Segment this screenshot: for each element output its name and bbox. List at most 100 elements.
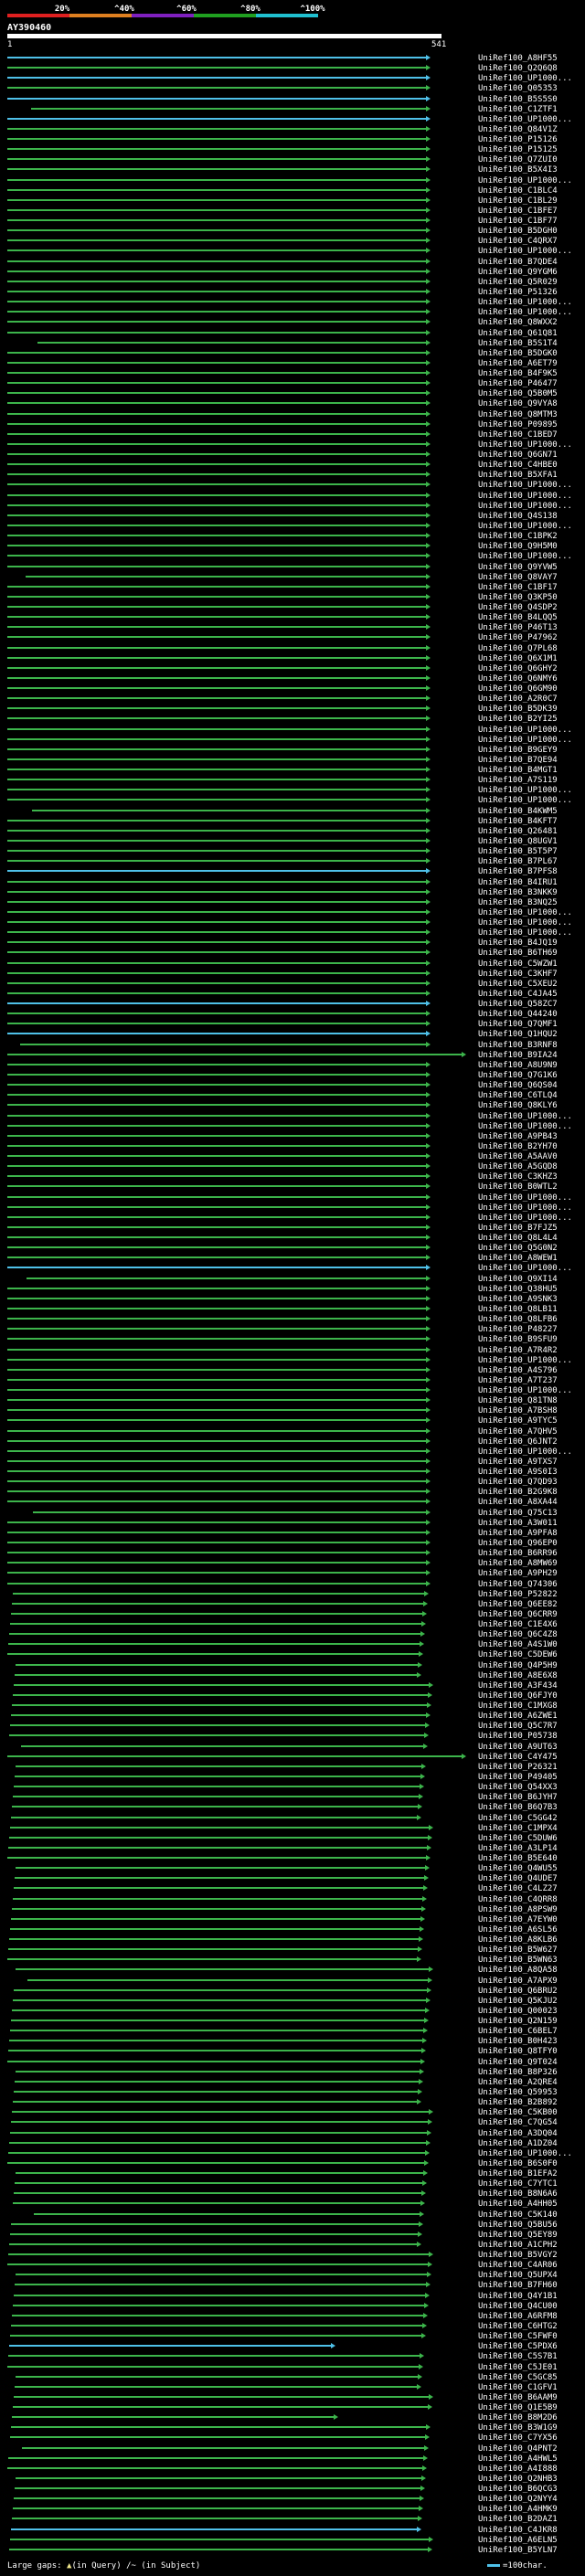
hit-alignment-bar[interactable]: [7, 362, 426, 364]
hit-accession-link[interactable]: UniRef100_A8PSW9: [478, 1905, 558, 1914]
hit-accession-link[interactable]: UniRef100_B7PFS8: [478, 867, 558, 876]
hit-accession-link[interactable]: UniRef100_UP1000...: [478, 74, 572, 83]
hit-accession-link[interactable]: UniRef100_Q9XI14: [478, 1275, 558, 1284]
hit-alignment-bar[interactable]: [7, 1175, 426, 1177]
hit-alignment-bar[interactable]: [7, 881, 426, 883]
hit-accession-link[interactable]: UniRef100_P05738: [478, 1732, 558, 1741]
hit-accession-link[interactable]: UniRef100_B6RR96: [478, 1549, 558, 1558]
hit-alignment-bar[interactable]: [20, 1044, 426, 1045]
hit-alignment-bar[interactable]: [7, 606, 426, 608]
hit-accession-link[interactable]: UniRef100_B6JYH7: [478, 1793, 558, 1802]
hit-accession-link[interactable]: UniRef100_Q6EE82: [478, 1600, 558, 1609]
hit-accession-link[interactable]: UniRef100_A8WEW1: [478, 1254, 558, 1263]
hit-accession-link[interactable]: UniRef100_P46477: [478, 379, 558, 388]
hit-alignment-bar[interactable]: [8, 2457, 423, 2459]
hit-accession-link[interactable]: UniRef100_UP1000...: [478, 918, 572, 928]
hit-alignment-bar[interactable]: [9, 2142, 426, 2144]
hit-alignment-bar[interactable]: [7, 555, 426, 557]
hit-accession-link[interactable]: UniRef100_C5KB00: [478, 2108, 558, 2117]
hit-accession-link[interactable]: UniRef100_Q1E5B9: [478, 2403, 558, 2412]
hit-alignment-bar[interactable]: [7, 626, 426, 628]
hit-accession-link[interactable]: UniRef100_Q1HQU2: [478, 1030, 558, 1039]
hit-alignment-bar[interactable]: [12, 1603, 423, 1605]
hit-accession-link[interactable]: UniRef100_C3KHZ3: [478, 1172, 558, 1182]
hit-accession-link[interactable]: UniRef100_B7FJZ5: [478, 1224, 558, 1233]
hit-accession-link[interactable]: UniRef100_P26321: [478, 1763, 558, 1772]
hit-alignment-bar[interactable]: [7, 1125, 426, 1127]
hit-alignment-bar[interactable]: [7, 941, 426, 943]
hit-accession-link[interactable]: UniRef100_Q8KLY6: [478, 1101, 558, 1110]
hit-accession-link[interactable]: UniRef100_B2G9K8: [478, 1488, 558, 1497]
hit-alignment-bar[interactable]: [7, 77, 426, 79]
hit-alignment-bar[interactable]: [7, 931, 426, 933]
hit-accession-link[interactable]: UniRef100_C1BLC4: [478, 186, 558, 196]
hit-alignment-bar[interactable]: [7, 697, 426, 699]
hit-alignment-bar[interactable]: [7, 433, 426, 435]
hit-alignment-bar[interactable]: [7, 1064, 426, 1065]
hit-alignment-bar[interactable]: [7, 1298, 426, 1299]
hit-alignment-bar[interactable]: [7, 1450, 426, 1452]
hit-alignment-bar[interactable]: [7, 1318, 426, 1320]
hit-alignment-bar[interactable]: [7, 891, 426, 893]
hit-accession-link[interactable]: UniRef100_Q5BU56: [478, 2221, 558, 2230]
hit-accession-link[interactable]: UniRef100_P15125: [478, 145, 558, 154]
hit-accession-link[interactable]: UniRef100_B2YI25: [478, 715, 558, 724]
hit-accession-link[interactable]: UniRef100_B5VGY2: [478, 2251, 558, 2260]
hit-alignment-bar[interactable]: [11, 2426, 426, 2428]
hit-alignment-bar[interactable]: [7, 870, 426, 872]
hit-alignment-bar[interactable]: [7, 1958, 417, 1960]
hit-accession-link[interactable]: UniRef100_A4HMK9: [478, 2505, 558, 2514]
hit-accession-link[interactable]: UniRef100_B4MGT1: [478, 766, 558, 775]
hit-alignment-bar[interactable]: [7, 1500, 426, 1502]
hit-alignment-bar[interactable]: [7, 2061, 420, 2062]
hit-alignment-bar[interactable]: [7, 219, 426, 221]
hit-accession-link[interactable]: UniRef100_Q9T024: [478, 2058, 558, 2067]
hit-alignment-bar[interactable]: [10, 1827, 429, 1829]
hit-accession-link[interactable]: UniRef100_A8E6X8: [478, 1671, 558, 1680]
hit-alignment-bar[interactable]: [15, 2487, 420, 2489]
hit-accession-link[interactable]: UniRef100_B7QDE4: [478, 258, 558, 267]
hit-accession-link[interactable]: UniRef100_C7YX56: [478, 2433, 558, 2443]
hit-alignment-bar[interactable]: [7, 911, 426, 913]
hit-alignment-bar[interactable]: [7, 138, 426, 140]
hit-alignment-bar[interactable]: [7, 158, 426, 160]
hit-accession-link[interactable]: UniRef100_Q6X1M1: [478, 654, 558, 663]
hit-alignment-bar[interactable]: [8, 2050, 421, 2051]
hit-alignment-bar[interactable]: [7, 1349, 426, 1351]
hit-accession-link[interactable]: UniRef100_B4F9K5: [478, 369, 558, 378]
hit-alignment-bar[interactable]: [7, 758, 426, 760]
hit-alignment-bar[interactable]: [15, 1776, 420, 1777]
hit-accession-link[interactable]: UniRef100_B2DAZ1: [478, 2515, 558, 2524]
hit-accession-link[interactable]: UniRef100_C1BED7: [478, 430, 558, 440]
hit-accession-link[interactable]: UniRef100_C4JA45: [478, 990, 558, 999]
hit-accession-link[interactable]: UniRef100_P46T13: [478, 623, 558, 632]
hit-accession-link[interactable]: UniRef100_A8XA44: [478, 1498, 558, 1507]
hit-alignment-bar[interactable]: [9, 2549, 428, 2550]
hit-accession-link[interactable]: UniRef100_Q6BRU2: [478, 1987, 558, 1996]
hit-accession-link[interactable]: UniRef100_Q8LB11: [478, 1305, 558, 1314]
hit-accession-link[interactable]: UniRef100_UP1000...: [478, 908, 572, 917]
hit-accession-link[interactable]: UniRef100_UP1000...: [478, 522, 572, 531]
hit-alignment-bar[interactable]: [7, 1470, 426, 1472]
hit-alignment-bar[interactable]: [11, 2223, 419, 2225]
hit-alignment-bar[interactable]: [7, 1572, 426, 1574]
hit-accession-link[interactable]: UniRef100_P49405: [478, 1773, 558, 1782]
hit-alignment-bar[interactable]: [7, 1256, 426, 1258]
hit-accession-link[interactable]: UniRef100_Q75C13: [478, 1509, 558, 1518]
hit-accession-link[interactable]: UniRef100_Q58ZC7: [478, 1000, 558, 1009]
hit-alignment-bar[interactable]: [7, 1460, 426, 1462]
hit-alignment-bar[interactable]: [12, 2518, 418, 2519]
hit-accession-link[interactable]: UniRef100_Q38HU5: [478, 1285, 558, 1294]
hit-accession-link[interactable]: UniRef100_Q7PL68: [478, 644, 558, 653]
hit-accession-link[interactable]: UniRef100_UP1000...: [478, 176, 572, 186]
hit-alignment-bar[interactable]: [7, 128, 426, 130]
hit-alignment-bar[interactable]: [7, 1104, 426, 1106]
hit-alignment-bar[interactable]: [14, 1786, 420, 1787]
hit-alignment-bar[interactable]: [7, 1490, 426, 1492]
hit-alignment-bar[interactable]: [14, 1684, 429, 1686]
hit-accession-link[interactable]: UniRef100_C7YTC1: [478, 2179, 558, 2189]
hit-alignment-bar[interactable]: [13, 2101, 417, 2103]
hit-alignment-bar[interactable]: [11, 2325, 422, 2327]
hit-accession-link[interactable]: UniRef100_C5GC85: [478, 2373, 558, 2382]
hit-accession-link[interactable]: UniRef100_Q7ZUI0: [478, 155, 558, 164]
